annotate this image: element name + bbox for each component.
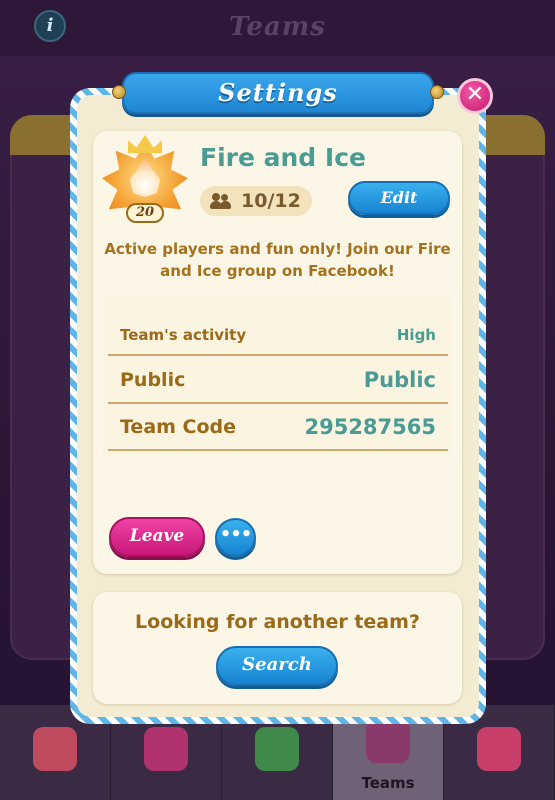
ribbon-knob-right — [430, 85, 444, 99]
badge-level: 20 — [126, 203, 164, 223]
stat-value: High — [396, 325, 436, 344]
stat-row-team-code: Team Code 295287565 — [108, 405, 448, 451]
stat-row-activity: Team's activity High — [108, 315, 448, 356]
team-badge: 20 — [98, 135, 192, 229]
close-icon: ✕ — [465, 82, 485, 107]
shop-icon — [33, 727, 77, 771]
screen-title: Teams — [229, 12, 326, 42]
more-options-button[interactable]: ••• — [215, 518, 256, 557]
leave-button[interactable]: Leave — [109, 517, 205, 557]
close-button[interactable]: ✕ — [457, 78, 493, 114]
stat-label: Team's activity — [120, 325, 247, 344]
stat-value: Public — [363, 368, 436, 392]
team-code-value[interactable]: 295287565 — [304, 415, 436, 439]
stat-label: Public — [120, 369, 186, 391]
stat-row-public: Public Public — [108, 358, 448, 404]
people-icon — [210, 193, 232, 209]
team-description: Active players and fun only! Join our Fi… — [104, 240, 451, 280]
crown-icon — [128, 135, 162, 153]
ribbon-knob-left — [112, 85, 126, 99]
modal-title: Settings — [122, 72, 434, 114]
teams-icon — [366, 719, 410, 763]
tab-teams-label: Teams — [361, 774, 415, 792]
team-name: Fire and Ice — [200, 143, 366, 172]
friends-icon — [144, 727, 188, 771]
search-button[interactable]: Search — [216, 646, 338, 686]
events-icon — [255, 727, 299, 771]
search-prompt: Looking for another team? — [135, 611, 420, 633]
edit-button[interactable]: Edit — [348, 181, 450, 215]
member-count: 10/12 — [241, 190, 301, 212]
stat-label: Team Code — [120, 416, 237, 438]
tasks-icon — [477, 727, 521, 771]
member-count-pill: 10/12 — [200, 186, 312, 216]
